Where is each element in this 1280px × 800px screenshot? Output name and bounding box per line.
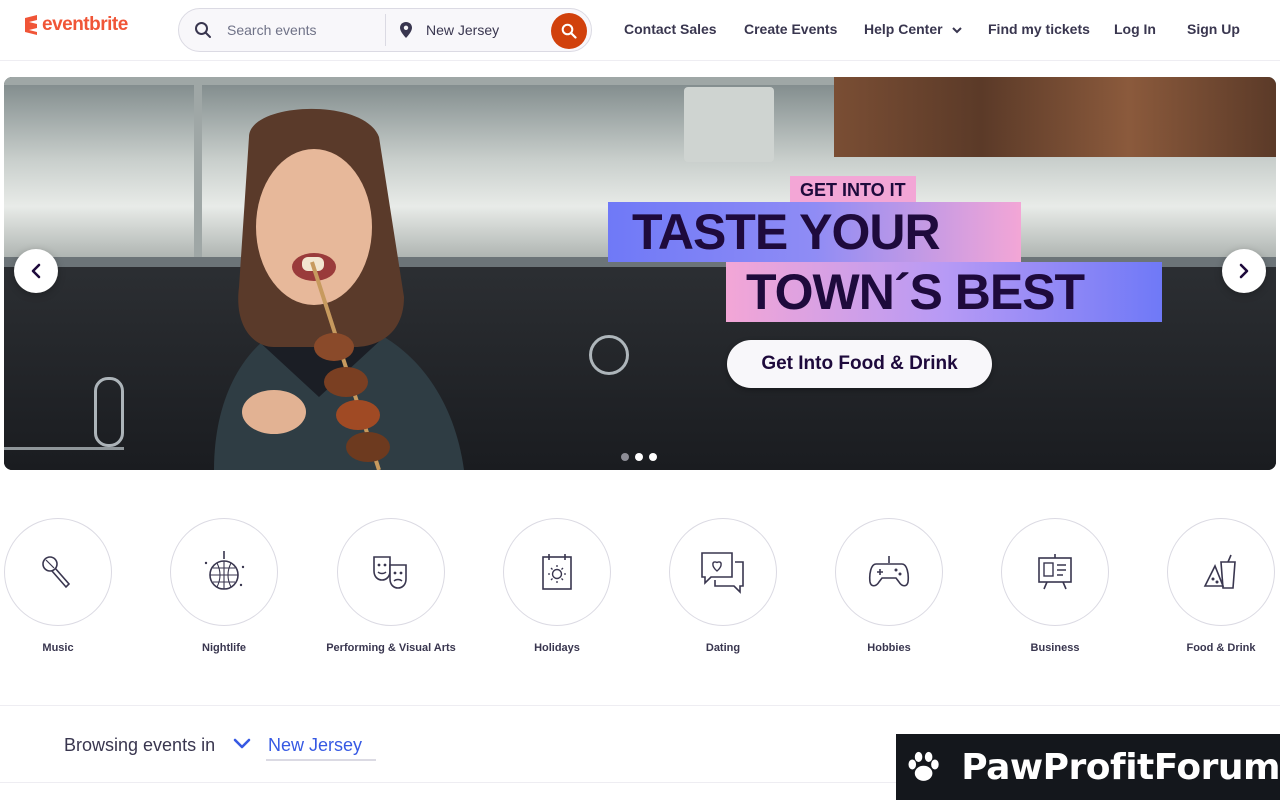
category-label: Holidays (534, 642, 580, 654)
category-music[interactable]: Music (0, 518, 141, 656)
category-label: Hobbies (867, 642, 911, 654)
carousel-dot-3[interactable] (649, 453, 657, 461)
category-dating[interactable]: Dating (640, 518, 806, 656)
food-drink-icon (1203, 554, 1236, 589)
location-input[interactable] (426, 15, 546, 45)
eventbrite-logo[interactable]: eventbrite (22, 14, 128, 36)
nav-sign-up[interactable]: Sign Up (1187, 21, 1240, 37)
category-circle (1167, 518, 1275, 626)
chat-heart-icon (701, 552, 744, 594)
top-header: eventbrite Contact Sales Create Events H… (0, 0, 1280, 61)
hero-cta-button[interactable]: Get Into Food & Drink (727, 340, 992, 388)
chevron-down-icon (952, 27, 963, 34)
category-label: Food & Drink (1186, 642, 1256, 654)
theater-masks-icon (373, 556, 407, 589)
category-label: Nightlife (202, 642, 246, 654)
carousel-next-button[interactable] (1222, 249, 1266, 293)
presentation-board-icon (1038, 554, 1072, 590)
category-performing-visual-arts[interactable]: Performing & Visual Arts (308, 518, 474, 656)
hero-person-image (214, 108, 464, 470)
category-circle (503, 518, 611, 626)
location-pin-icon (386, 8, 426, 52)
watermark-banner: PawProfitForum (896, 734, 1280, 800)
hero-plant-pot (684, 87, 774, 162)
nav-help-center-label: Help Center (864, 21, 943, 37)
search-icon (179, 8, 227, 52)
category-nightlife[interactable]: Nightlife (141, 518, 307, 656)
eventbrite-logo-icon (25, 15, 37, 35)
hero-food-trays (834, 77, 1276, 157)
category-holidays[interactable]: Holidays (474, 518, 640, 656)
hero-eyebrow: GET INTO IT (790, 176, 916, 204)
search-input[interactable] (227, 15, 385, 45)
gamepad-icon (868, 556, 910, 587)
chevron-left-icon (31, 263, 41, 279)
chevron-down-icon[interactable] (232, 734, 252, 754)
hero-chalk-line (4, 447, 124, 450)
category-label: Dating (705, 642, 741, 654)
search-bar (178, 8, 592, 52)
browsing-location-select[interactable]: New Jersey (266, 735, 376, 761)
watermark-text: PawProfitForum (961, 746, 1280, 788)
category-label: Music (42, 642, 74, 654)
category-circle (4, 518, 112, 626)
category-food-drink[interactable]: Food & Drink (1138, 518, 1280, 656)
nav-find-my-tickets[interactable]: Find my tickets (988, 21, 1090, 37)
nav-log-in[interactable]: Log In (1114, 21, 1156, 37)
nav-create-events[interactable]: Create Events (744, 21, 837, 37)
category-circle (1001, 518, 1109, 626)
nav-help-center[interactable]: Help Center (864, 21, 963, 37)
carousel-dots (621, 453, 657, 461)
category-label: Performing & Visual Arts (326, 642, 456, 654)
paw-print-icon (908, 751, 939, 781)
search-submit-button[interactable] (551, 13, 587, 49)
nav-contact-sales[interactable]: Contact Sales (624, 21, 717, 37)
category-circle (170, 518, 278, 626)
category-hobbies[interactable]: Hobbies (806, 518, 972, 656)
browsing-label: Browsing events in (64, 735, 216, 755)
calendar-sun-icon (542, 554, 572, 590)
category-label: Business (1030, 642, 1080, 654)
disco-ball-icon (204, 551, 245, 590)
hero-headline-line1: TASTE YOUR (608, 202, 1021, 262)
carousel-dot-2[interactable] (635, 453, 643, 461)
carousel-dot-1[interactable] (621, 453, 629, 461)
carousel-prev-button[interactable] (14, 249, 58, 293)
category-circle (669, 518, 777, 626)
category-business[interactable]: Business (972, 518, 1138, 656)
hero-headline-line2: TOWN´S BEST (726, 262, 1162, 322)
chevron-right-icon (1239, 263, 1249, 279)
hero-carousel[interactable]: GET INTO IT TASTE YOUR TOWN´S BEST Get I… (4, 77, 1276, 470)
section-divider (0, 705, 1280, 706)
hero-chalk-drawing (94, 377, 124, 447)
hero-chalk-drawing (589, 335, 629, 375)
search-submit-icon (561, 23, 577, 39)
category-circle (835, 518, 943, 626)
category-circle (337, 518, 445, 626)
logo-text: eventbrite (42, 14, 128, 35)
microphone-icon (42, 556, 71, 589)
